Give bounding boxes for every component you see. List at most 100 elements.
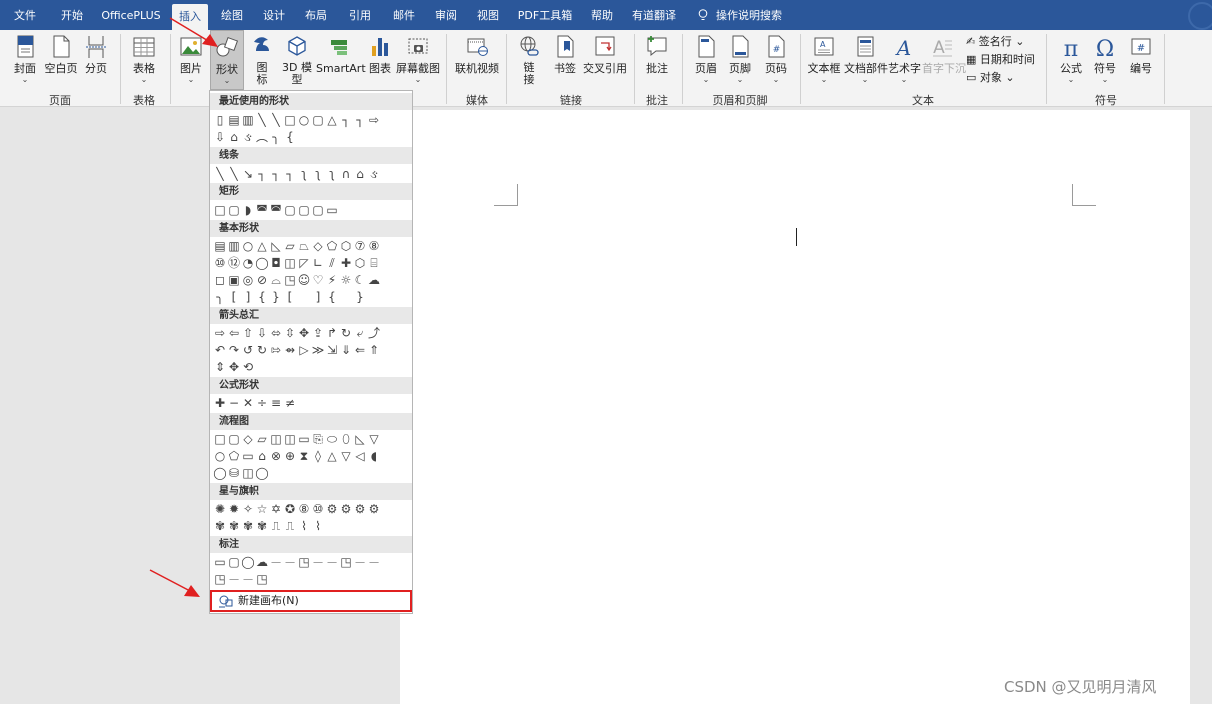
date-time-button[interactable]: ▦ 日期和时间 — [966, 52, 1035, 68]
tab-mailings[interactable]: 邮件 — [386, 0, 422, 30]
shape-gallery-row[interactable]: ○ ⬠ ▭ ⌂ ⊗ ⊕ ⧗ ◊ △ ▽ ◁ ◖ — [213, 448, 381, 464]
shape-gallery-row[interactable]: ▯ ▤ ▥ ╲ ╲ □ ○ ▢ △ ┐ ┐ ⇨ — [213, 112, 381, 128]
icons-icon — [254, 37, 269, 51]
table-button[interactable]: 表格 ⌄ — [128, 30, 160, 90]
svg-text:#: # — [1137, 43, 1145, 54]
group-label-links: 链接 — [560, 94, 582, 107]
margin-mark-left — [494, 184, 518, 206]
shape-gallery-row[interactable]: ╲ ╲ ↘ ┐ ┐ ┐ ʅ ʅ ʅ ∩ ⌂ ઙ — [213, 166, 381, 182]
page-break-icon — [86, 36, 106, 58]
new-canvas-button[interactable]: 新建画布(N) — [210, 590, 412, 612]
screenshot-icon — [408, 38, 428, 54]
bookmark-button[interactable]: 书签 — [550, 30, 580, 90]
shape-gallery-row[interactable]: ✚ − ✕ ÷ ≡ ≠ — [213, 395, 297, 411]
signature-line-button[interactable]: ✍ 签名行 ⌄ — [966, 34, 1024, 50]
cross-reference-icon — [595, 36, 615, 56]
drop-cap-button: A 首字下沉 — [922, 30, 966, 90]
bookmark-icon — [557, 35, 574, 58]
cube-icon — [288, 36, 306, 56]
tab-file[interactable]: 文件 — [8, 0, 42, 30]
shape-gallery-row[interactable]: ⇩ ⌂ ઙ ︵ ╮{ — [213, 129, 297, 145]
shape-gallery-row[interactable]: ▭ ▢ ◯ ☁ ⏤ ⏤ ◳ ⏤ ⏤ ◳ ⏤ ⏤ — [213, 554, 381, 570]
drop-cap-icon: A — [933, 38, 952, 58]
equation-button[interactable]: π 公式 ⌄ — [1056, 30, 1086, 90]
shape-gallery-row[interactable]: ↶ ↷ ↺ ↻ ⇰ ⇴ ▷ ≫ ⇲ ⇓ ⇐ ⇑ — [213, 342, 381, 358]
shape-gallery-row[interactable]: □ ▢ ◇ ▱ ◫ ◫ ▭ ⎘ ⬭ ⬯ ◺ ▽ — [213, 431, 381, 447]
pi-icon: π — [1064, 37, 1078, 60]
signature-icon: ✍ — [966, 35, 976, 48]
quick-parts-icon — [857, 36, 874, 57]
tab-pdf-toolbox[interactable]: PDF工具箱 — [512, 0, 578, 30]
wordart-button[interactable]: A 艺术字 ⌄ — [888, 30, 921, 90]
header-button[interactable]: 页眉 ⌄ — [692, 30, 720, 90]
online-video-button[interactable]: 联机视频 — [454, 30, 500, 90]
text-box-button[interactable]: A 文本框 ⌄ — [806, 30, 842, 90]
group-label-symbols: 符号 — [1095, 94, 1117, 107]
shape-gallery-row[interactable]: ⇨ ⇦ ⇧ ⇩ ⬄ ⇳ ✥ ⇪ ↱ ↻ ⤶ ⤴ — [213, 325, 381, 341]
blank-page-icon — [53, 35, 70, 58]
group-label-pages: 页面 — [49, 94, 71, 107]
symbol-button[interactable]: Ω 符号 ⌄ — [1090, 30, 1120, 90]
svg-text:A: A — [820, 40, 826, 49]
tab-references[interactable]: 引用 — [340, 0, 380, 30]
tab-view[interactable]: 视图 — [470, 0, 506, 30]
quick-parts-button[interactable]: 文档部件 ⌄ — [844, 30, 888, 90]
cover-page-button[interactable]: 封面 ⌄ — [10, 30, 40, 90]
shape-gallery-row[interactable]: □ ▢ ◗ ◚ ◚ ▢ ▢ ▢ ▭ — [213, 202, 339, 218]
blank-page-button[interactable]: 空白页 — [42, 30, 80, 90]
shape-gallery-row[interactable]: ◳ ⏤ ⏤ ◳ — [213, 571, 269, 587]
tab-review[interactable]: 审阅 — [428, 0, 464, 30]
section-callouts: 标注 — [210, 536, 412, 553]
globe-link-icon — [520, 36, 539, 56]
group-label-media: 媒体 — [466, 94, 488, 107]
cover-page-icon — [17, 35, 34, 58]
screenshot-button[interactable]: 屏幕截图 ⌄ — [396, 30, 440, 90]
svg-text:Ω: Ω — [1096, 37, 1114, 60]
shapes-dropdown-menu: 最近使用的形状 ▯ ▤ ▥ ╲ ╲ □ ○ ▢ △ ┐ ┐ ⇨ ⇩ ⌂ ઙ ︵ ╮{ 线条 ╲ ╲ ↘ ┐ ┐ ┐ ʅ ʅ ʅ… — [209, 90, 413, 614]
page-number-button[interactable]: # 页码 ⌄ — [762, 30, 790, 90]
footer-button[interactable]: 页脚 ⌄ — [726, 30, 754, 90]
bar-chart-icon — [372, 38, 388, 56]
group-label-tables: 表格 — [133, 94, 155, 107]
numbering-button[interactable]: # 编号 — [1126, 30, 1156, 90]
shape-gallery-row[interactable]: ◯ ⛁ ◫ ◯ — [213, 465, 269, 481]
shape-gallery-row[interactable]: ▤ ▥ ○ △ ◺ ▱ ⏢ ◇ ⬠ ⬡ ⑦ ⑧ — [213, 238, 381, 254]
shape-gallery-row[interactable]: ⑩ ⑫ ◔ ◯ ◘ ◫ ◸ ∟ ⫽ ✚ ⬡ ⌸ — [213, 255, 381, 271]
object-button[interactable]: ▭ 对象 ⌄ — [966, 70, 1015, 86]
shape-gallery-row[interactable]: ✾ ✾ ✾ ✾ ⎍ ⎍ ⌇ ⌇ — [213, 518, 325, 534]
shape-gallery-row[interactable]: ╮[]{}[ ]{ } — [213, 289, 367, 305]
svg-text:#: # — [773, 45, 781, 55]
group-label-comments: 批注 — [646, 94, 668, 107]
page-break-button[interactable]: 分页 — [82, 30, 110, 90]
shape-gallery-row[interactable]: ⇕ ✥ ⟲ — [213, 359, 255, 375]
text-box-icon: A — [814, 37, 834, 56]
section-equation-shapes: 公式形状 — [210, 377, 412, 394]
svg-text:π: π — [1064, 37, 1078, 60]
3d-models-button[interactable]: 3D 模 型 — [280, 30, 314, 90]
section-lines: 线条 — [210, 147, 412, 164]
shape-gallery-row[interactable]: ◻ ▣ ◎ ⊘ ⌓ ◳ ☺ ♡ ⚡ ☼ ☾ ☁ — [213, 272, 381, 288]
red-arrow-annotation-icon — [149, 569, 200, 597]
number-icon: # — [1131, 38, 1151, 55]
watermark: CSDN @又见明月清风 — [1004, 678, 1157, 696]
shape-gallery-row[interactable]: ✺ ✹ ✧ ☆ ✡ ✪ ⑧ ⑩ ⚙ ⚙ ⚙ ⚙ — [213, 501, 381, 517]
table-icon — [133, 37, 155, 57]
comment-button[interactable]: 批注 — [642, 30, 672, 90]
comment-icon — [647, 36, 667, 57]
chart-button[interactable]: 图表 — [366, 30, 394, 90]
section-flowchart: 流程图 — [210, 413, 412, 430]
cross-reference-button[interactable]: 交叉引用 — [582, 30, 628, 90]
tab-help[interactable]: 帮助 — [584, 0, 620, 30]
icons-button[interactable]: 图 标 — [248, 30, 276, 90]
link-button[interactable]: 链 接 — [514, 30, 544, 90]
tab-design[interactable]: 设计 — [256, 0, 292, 30]
tab-officeplus[interactable]: OfficePLUS — [98, 0, 164, 30]
canvas-icon — [219, 595, 233, 608]
red-arrow-annotation-icon — [169, 17, 218, 47]
tab-home[interactable]: 开始 — [52, 0, 92, 30]
calendar-icon: ▦ — [966, 53, 977, 66]
tell-me-search[interactable]: 操作说明搜索 — [716, 0, 796, 30]
tab-youdao-translate[interactable]: 有道翻译 — [626, 0, 682, 30]
smartart-button[interactable]: SmartArt — [316, 30, 366, 90]
tab-layout[interactable]: 布局 — [298, 0, 334, 30]
